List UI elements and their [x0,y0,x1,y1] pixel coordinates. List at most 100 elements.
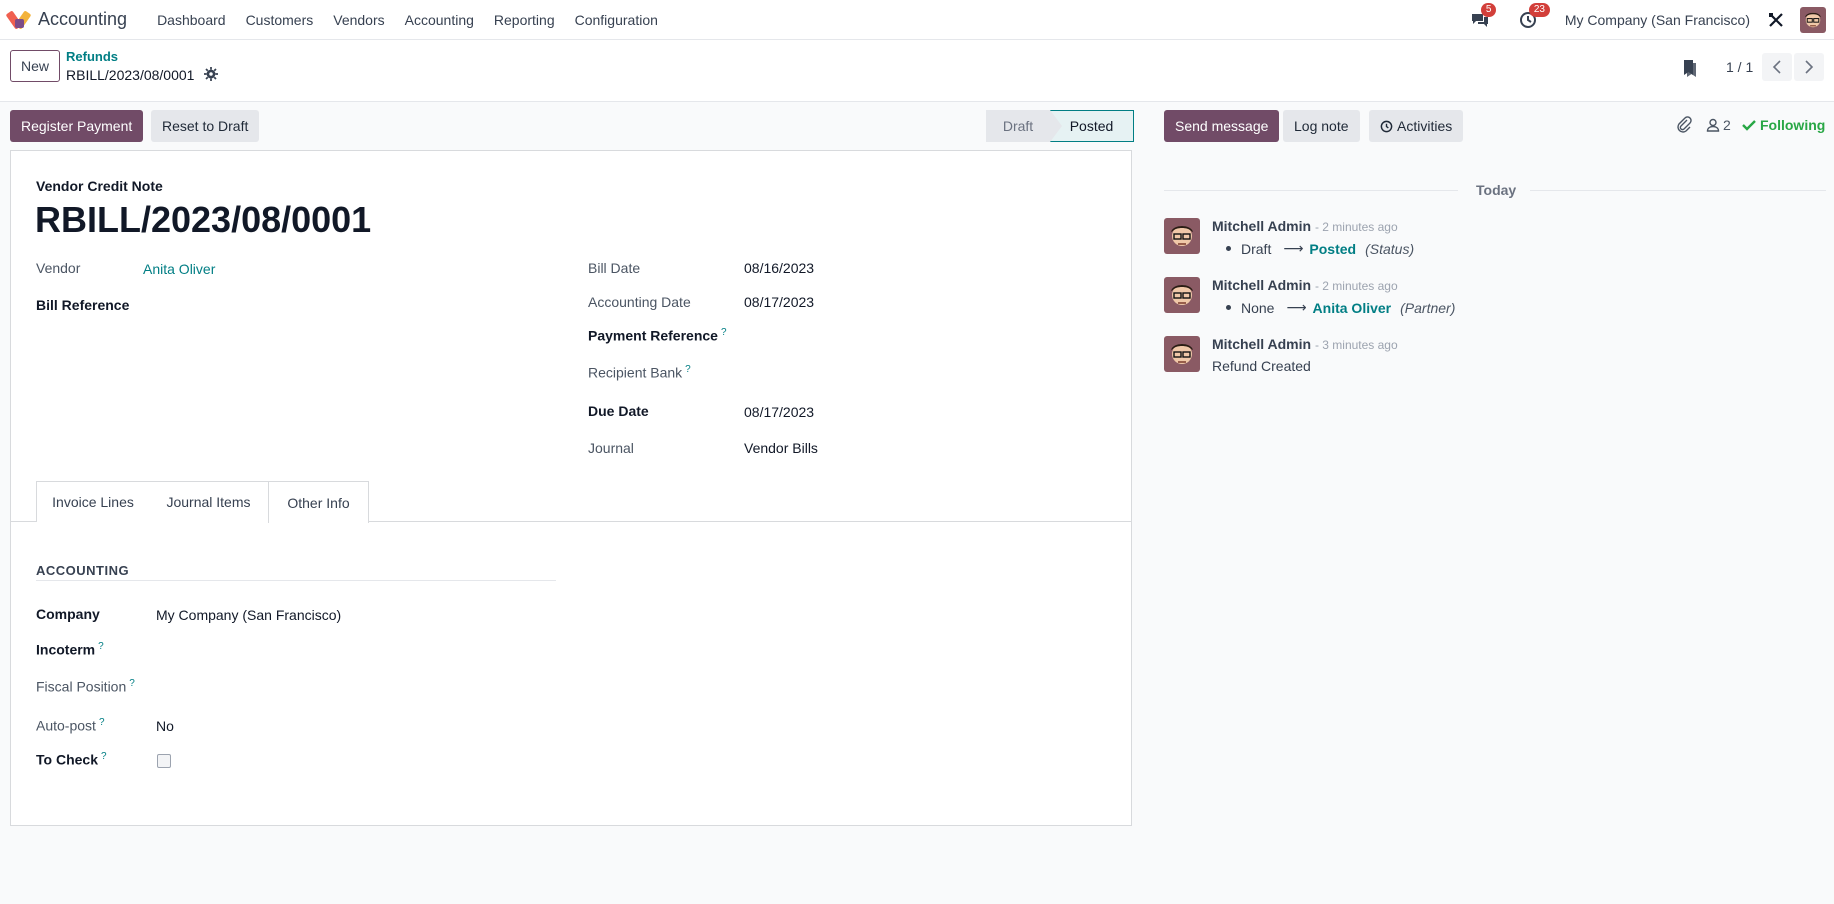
tab-journal-items[interactable]: Journal Items [149,481,269,522]
incoterm-help-icon[interactable]: ? [98,641,104,652]
fiscal-position-text: Fiscal Position [36,678,127,695]
activities-count-badge: 23 [1528,3,1550,17]
today-separator: Today [1476,182,1517,198]
bill-date-value[interactable]: 08/16/2023 [744,260,814,276]
fiscal-position-help-icon[interactable]: ? [129,678,135,689]
message-time: - 3 minutes ago [1314,338,1398,352]
accounting-date-value[interactable]: 08/17/2023 [744,294,814,310]
to-check-label: To Check? [36,751,107,768]
menu-vendors[interactable]: Vendors [323,12,394,28]
message-body: Refund Created [1212,358,1311,374]
chevron-right-icon [1805,60,1814,74]
due-date-value[interactable]: 08/17/2023 [744,404,814,420]
incoterm-text: Incoterm [36,641,96,658]
bookmark-icon[interactable] [1680,58,1698,78]
tracked-field-name: (Partner) [1400,299,1456,316]
menu-reporting[interactable]: Reporting [484,12,565,28]
send-message-button[interactable]: Send message [1164,110,1280,142]
auto-post-label: Auto-post? [36,717,105,734]
pager-value[interactable]: 1 / 1 [1726,59,1753,75]
new-value: Posted [1309,240,1357,257]
tracked-field-name: (Status) [1365,240,1415,257]
recipient-bank-help-icon[interactable]: ? [685,364,691,375]
bullet-icon [1226,305,1231,310]
new-button[interactable]: New [10,50,60,82]
company-value[interactable]: My Company (San Francisco) [156,607,341,623]
journal-label: Journal [588,440,634,456]
menu-dashboard[interactable]: Dashboard [147,12,236,28]
register-payment-button[interactable]: Register Payment [10,110,144,142]
app-logo-icon[interactable] [5,9,32,31]
author-avatar[interactable] [1164,277,1200,313]
payment-reference-help-icon[interactable]: ? [721,327,727,338]
recipient-bank-label: Recipient Bank? [588,364,691,381]
tracking-change: None ⟶ Anita Oliver (Partner) [1212,299,1455,316]
main-menu: Dashboard Customers Vendors Accounting R… [147,12,668,28]
following-label: Following [1760,117,1826,133]
vendor-value[interactable]: Anita Oliver [143,261,215,277]
status-draft[interactable]: Draft [986,110,1062,142]
tab-invoice-lines[interactable]: Invoice Lines [36,481,150,522]
followers-button[interactable]: 2 [1706,117,1731,133]
journal-value[interactable]: Vendor Bills [744,440,818,456]
paperclip-icon[interactable] [1676,116,1692,134]
document-type: Vendor Credit Note [36,178,163,194]
payment-reference-label: Payment Reference? [588,327,727,344]
pager-next-button[interactable] [1794,53,1824,81]
author-avatar[interactable] [1164,336,1200,372]
control-panel: New Refunds RBILL/2023/08/0001 1 / 1 [0,40,1834,102]
menu-customers[interactable]: Customers [236,12,324,28]
company-label: Company [36,606,100,622]
breadcrumb-refunds[interactable]: Refunds [66,49,118,64]
auto-post-help-icon[interactable]: ? [99,717,105,728]
to-check-help-icon[interactable]: ? [101,751,107,762]
reset-to-draft-button[interactable]: Reset to Draft [151,110,260,142]
activities-chatter-label: Activities [1397,118,1453,134]
to-check-text: To Check [36,751,98,768]
fiscal-position-label: Fiscal Position? [36,678,135,695]
section-divider [36,580,556,581]
bill-reference-label: Bill Reference [36,297,130,313]
activities-button[interactable]: 23 [1517,3,1550,31]
user-icon [1706,118,1720,132]
chevron-left-icon [1772,60,1781,74]
check-icon [1742,120,1756,131]
tab-other-info[interactable]: Other Info [268,481,369,523]
recipient-bank-text: Recipient Bank [588,364,683,381]
app-name[interactable]: Accounting [38,9,127,30]
author-name[interactable]: Mitchell Admin [1212,277,1311,293]
breadcrumb-current: RBILL/2023/08/0001 [66,67,195,83]
author-name[interactable]: Mitchell Admin [1212,336,1311,352]
log-note-button[interactable]: Log note [1283,110,1360,142]
gear-icon[interactable] [204,67,218,81]
old-value: Draft [1241,240,1272,257]
new-value[interactable]: Anita Oliver [1313,300,1392,316]
old-value: None [1241,299,1275,316]
following-button[interactable]: Following [1742,117,1825,133]
arrow-right-icon: ⟶ [1286,299,1307,315]
debug-tools-icon[interactable] [1766,10,1786,30]
author-avatar[interactable] [1164,218,1200,254]
incoterm-label: Incoterm? [36,641,104,658]
user-avatar[interactable] [1800,7,1826,33]
pager-previous-button[interactable] [1762,53,1792,81]
status-posted[interactable]: Posted [1050,110,1134,142]
activities-chatter-button[interactable]: Activities [1369,110,1464,142]
to-check-checkbox[interactable] [157,754,171,768]
accounting-date-label: Accounting Date [588,294,691,310]
messages-button[interactable]: 5 [1469,3,1497,31]
message-author: Mitchell Admin - 2 minutes ago [1212,277,1398,293]
author-name[interactable]: Mitchell Admin [1212,218,1311,234]
top-navbar: Accounting Dashboard Customers Vendors A… [0,0,1834,40]
messages-count-badge: 5 [1480,3,1497,17]
menu-accounting[interactable]: Accounting [395,12,484,28]
menu-configuration[interactable]: Configuration [565,12,668,28]
document-number: RBILL/2023/08/0001 [35,199,372,240]
arrow-right-icon: ⟶ [1283,240,1304,256]
accounting-section-title: ACCOUNTING [36,563,130,578]
message-author: Mitchell Admin - 3 minutes ago [1212,336,1398,352]
payment-reference-text: Payment Reference [588,327,718,344]
auto-post-value[interactable]: No [156,718,174,734]
company-switcher[interactable]: My Company (San Francisco) [1565,12,1750,28]
due-date-label: Due Date [588,403,649,419]
